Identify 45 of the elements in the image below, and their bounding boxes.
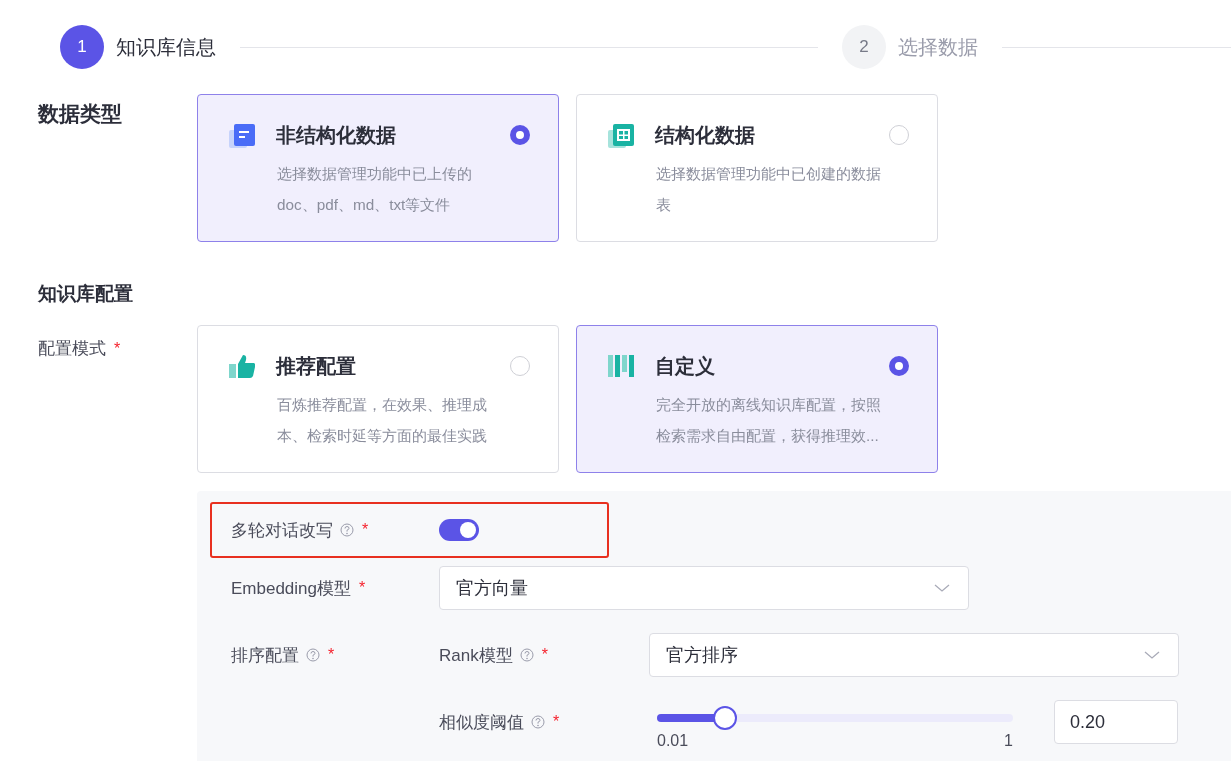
card-title: 结构化数据 (655, 122, 756, 148)
section-title: 知识库配置 (38, 282, 134, 306)
step-number: 2 (842, 25, 886, 69)
field-label: Embedding模型 (231, 577, 351, 600)
dropdown-field[interactable]: 官方向量 (439, 566, 969, 610)
option-card[interactable]: 推荐配置 百炼推荐配置，在效果、推理成本、检索时延等方面的最佳实践 (197, 325, 559, 473)
required-mark: * (114, 339, 121, 358)
number-input[interactable]: 0.20 (1054, 700, 1178, 744)
chevron-down-icon (1144, 650, 1160, 660)
table-icon (608, 122, 634, 148)
card-description: 选择数据管理功能中已创建的数据表 (656, 164, 882, 215)
field-label: 配置模式 (38, 338, 106, 360)
required-mark: * (553, 713, 560, 731)
card-description: 完全开放的离线知识库配置，按照检索需求自由配置，获得推理效... (656, 395, 882, 446)
chevron-down-icon (934, 583, 950, 593)
card-description: 百炼推荐配置，在效果、推理成本、检索时延等方面的最佳实践 (277, 395, 488, 446)
document-icon (229, 122, 255, 148)
radio-button[interactable] (889, 356, 909, 376)
bar-columns-icon (608, 353, 634, 379)
slider-max-label: 1 (1004, 732, 1013, 750)
option-card[interactable]: 结构化数据 选择数据管理功能中已创建的数据表 (576, 94, 938, 242)
option-card[interactable]: 自定义 完全开放的离线知识库配置，按照检索需求自由配置，获得推理效... (576, 325, 938, 473)
step-number: 1 (60, 25, 104, 69)
option-card[interactable]: 非结构化数据 选择数据管理功能中已上传的doc、pdf、md、txt等文件 (197, 94, 559, 242)
slider-track[interactable] (657, 714, 1013, 722)
slider-thumb[interactable] (712, 706, 737, 730)
required-mark: * (328, 646, 335, 664)
required-mark: * (362, 521, 369, 539)
required-mark: * (541, 646, 548, 664)
field-label: Rank模型 (439, 644, 513, 667)
card-description: 选择数据管理功能中已上传的doc、pdf、md、txt等文件 (277, 164, 473, 215)
dropdown-field[interactable]: 官方排序 (649, 633, 1179, 677)
card-title: 推荐配置 (276, 353, 357, 379)
card-title: 自定义 (655, 353, 716, 379)
step-label[interactable]: 知识库信息 (116, 33, 216, 61)
slider-min-label: 0.01 (657, 732, 689, 750)
field-label: 多轮对话改写 (231, 519, 333, 542)
field-label: 相似度阈值 (439, 711, 524, 734)
toggle-switch[interactable] (439, 519, 479, 541)
card-title: 非结构化数据 (276, 122, 397, 148)
section-title: 数据类型 (38, 101, 123, 127)
field-label: 排序配置 (231, 644, 299, 667)
radio-button[interactable] (510, 125, 530, 145)
thumbs-up-icon (229, 353, 255, 379)
required-mark: * (359, 579, 366, 597)
